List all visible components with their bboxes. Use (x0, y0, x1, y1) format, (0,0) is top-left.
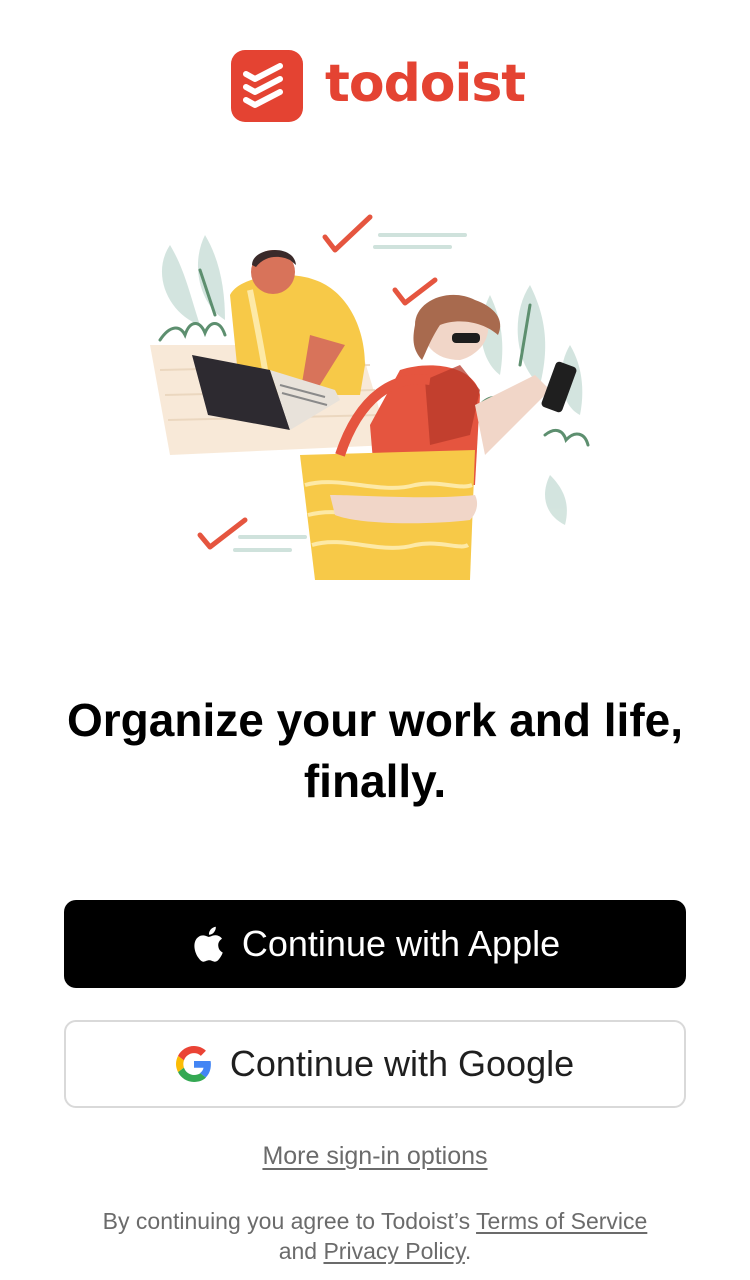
more-sign-in-options: More sign-in options (0, 1142, 750, 1171)
continue-with-google-button[interactable]: Continue with Google (64, 1020, 686, 1108)
legal-prefix: By continuing you agree to Todoist’s (102, 1208, 477, 1234)
more-sign-in-options-link[interactable]: More sign-in options (262, 1142, 487, 1170)
google-icon (175, 1046, 212, 1082)
todoist-logo-icon (231, 50, 303, 122)
brand-name: todoist (325, 54, 526, 114)
legal-middle: and (278, 1238, 324, 1264)
apple-icon (190, 924, 224, 964)
continue-with-google-label: Continue with Google (229, 1043, 575, 1084)
legal-suffix: . (464, 1238, 472, 1264)
todoist-logo: todoist (231, 50, 526, 122)
continue-with-apple-button[interactable]: Continue with Apple (64, 900, 686, 988)
headline: Organize your work and life, finally. (66, 694, 683, 807)
continue-with-apple-label: Continue with Apple (241, 923, 561, 964)
privacy-policy-link[interactable]: Privacy Policy (323, 1238, 464, 1264)
onboarding-illustration (130, 195, 620, 605)
terms-of-service-link[interactable]: Terms of Service (476, 1208, 647, 1234)
legal-notice: By continuing you agree to Todoist’s Ter… (100, 1206, 650, 1266)
